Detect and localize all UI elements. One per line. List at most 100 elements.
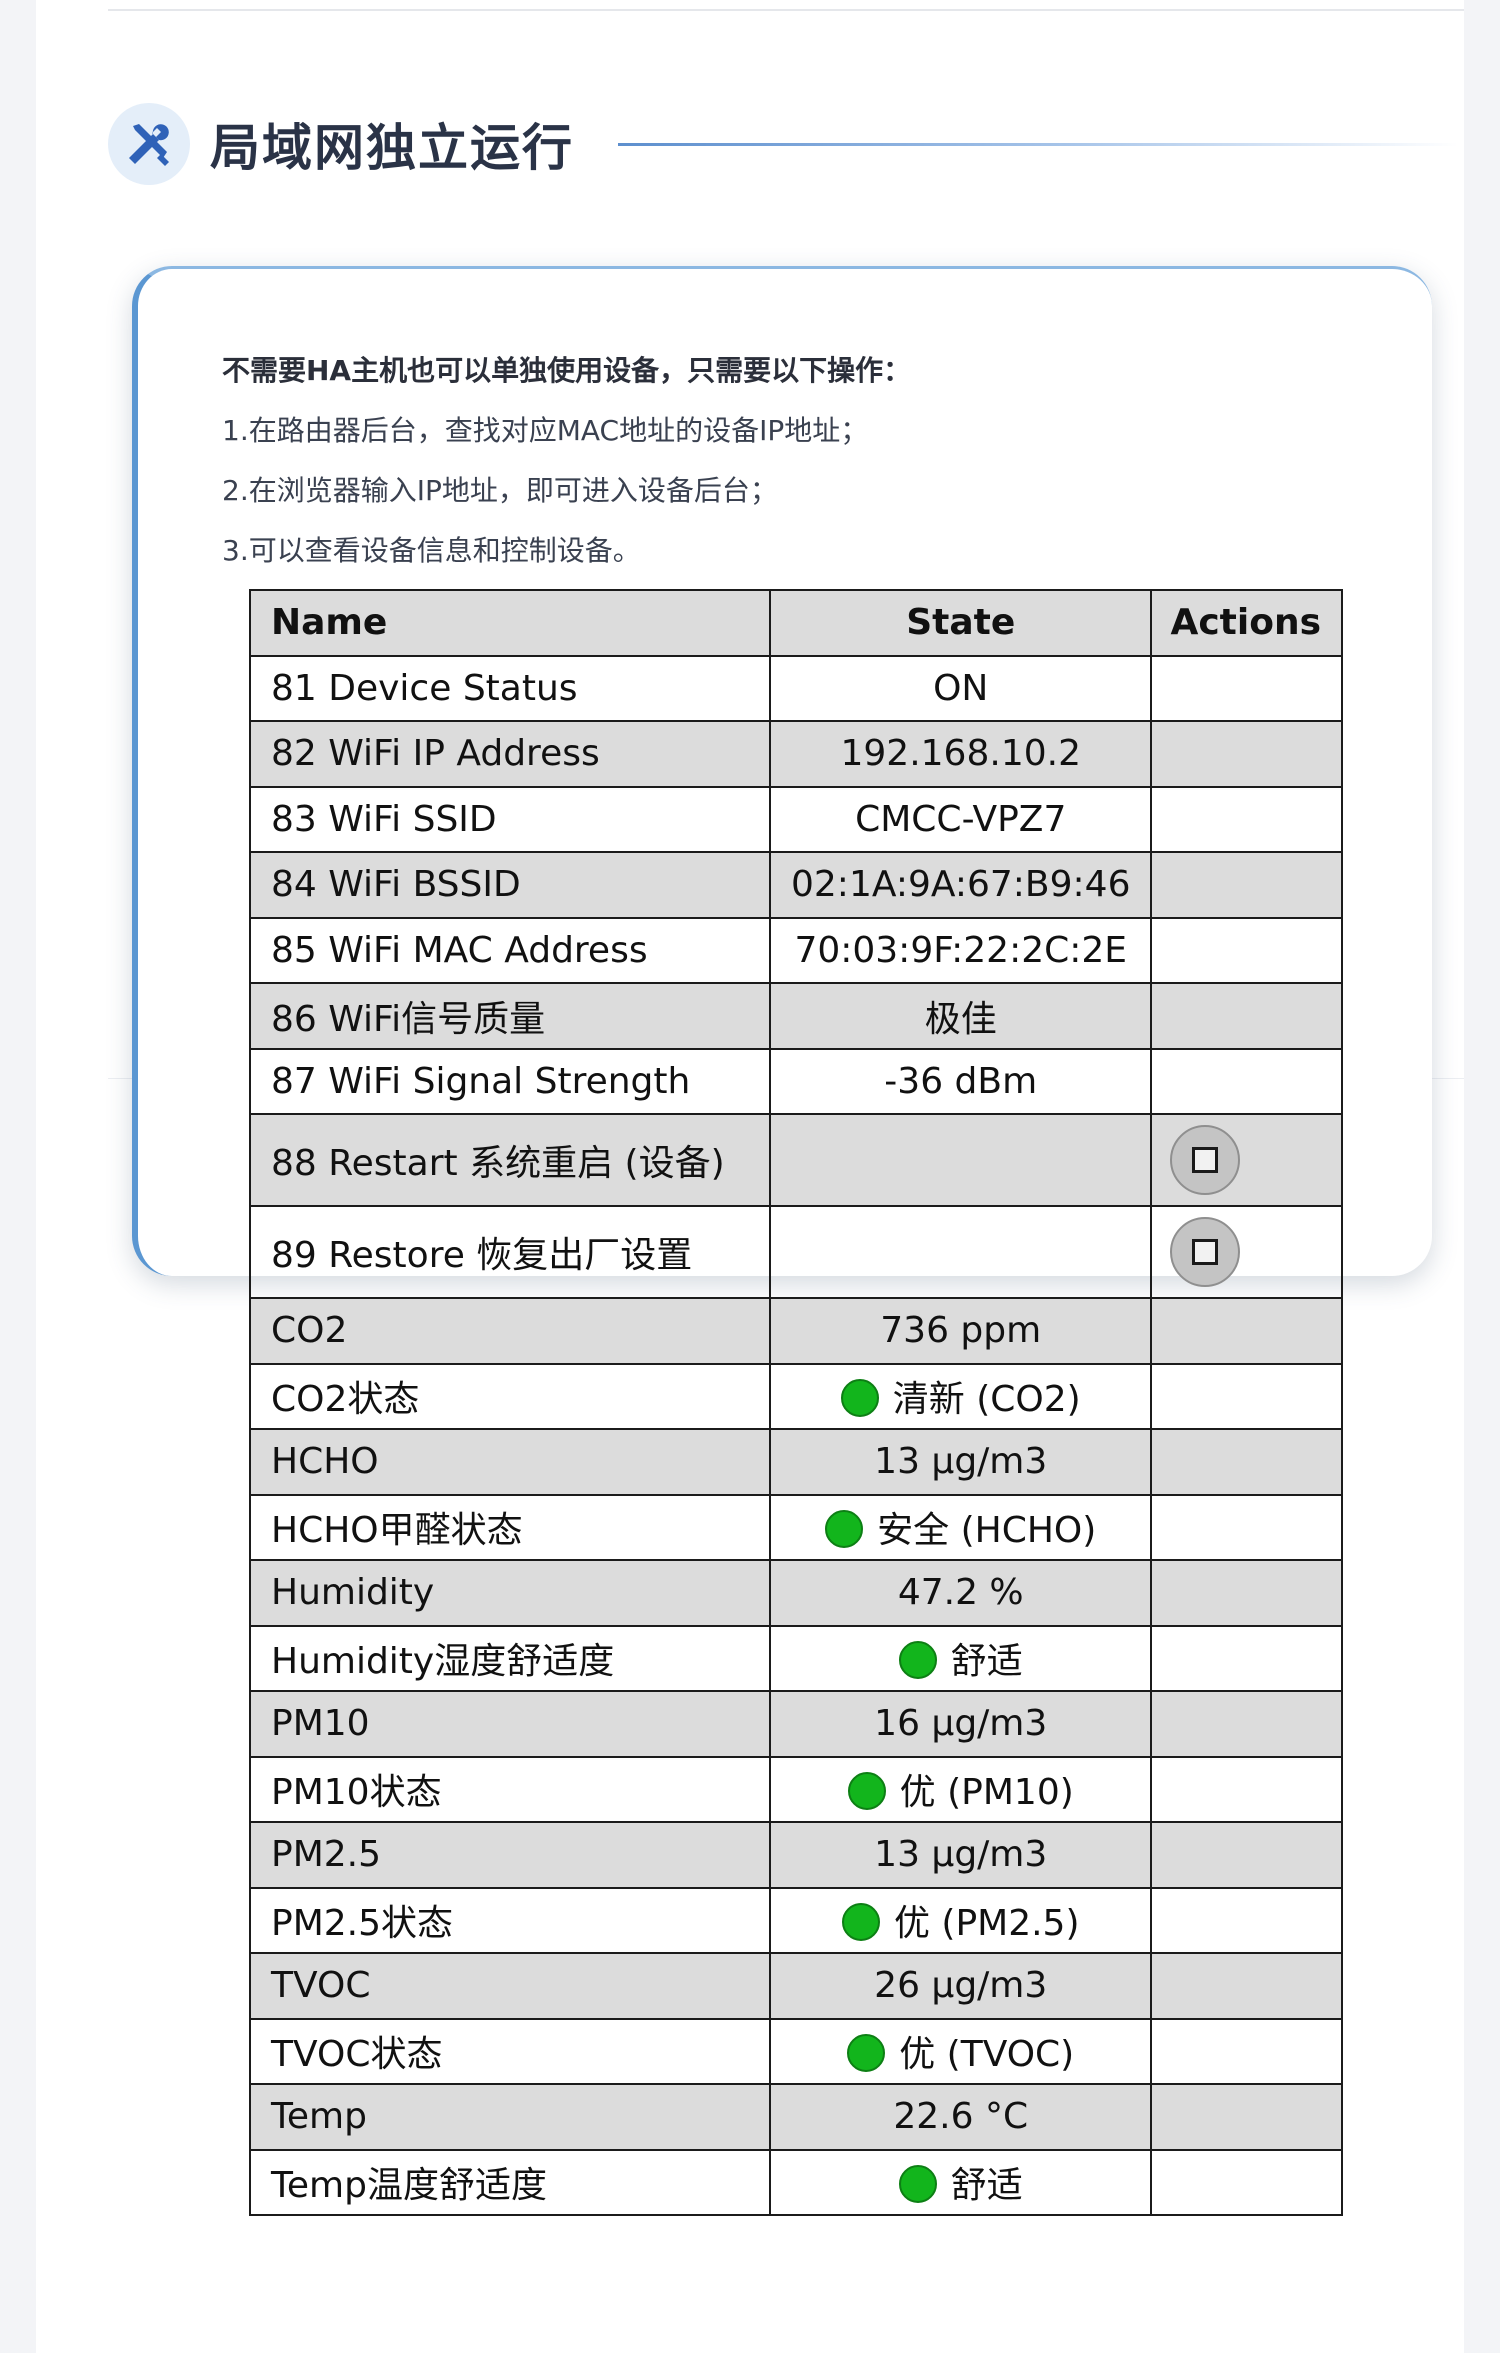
info-card: 不需要HA主机也可以单独使用设备，只需要以下操作： 1.在路由器后台，查找对应M… — [132, 266, 1432, 2216]
row-name: 81 Device Status — [249, 654, 771, 722]
row-name: 89 Restore 恢复出厂设置 — [249, 1205, 771, 1299]
status-dot-icon — [847, 1772, 886, 1811]
row-actions — [1150, 1205, 1344, 1299]
row-state: CMCC-VPZ7 — [768, 785, 1153, 853]
table-row: 88 Restart 系统重启 (设备) — [249, 1113, 1344, 1207]
table-row: 82 WiFi IP Address 192.168.10.2 — [249, 720, 1344, 788]
row-name: Temp温度舒适度 — [249, 2148, 771, 2216]
row-state: 26 µg/m3 — [768, 1952, 1153, 2020]
row-actions — [1150, 1559, 1344, 1627]
row-name: Temp — [249, 2083, 771, 2151]
row-actions — [1150, 2017, 1344, 2085]
row-name: CO2状态 — [249, 1362, 771, 1430]
section-heading: 局域网独立运行 — [108, 102, 574, 186]
state-text: 优 (PM10) — [899, 1772, 1074, 1814]
row-actions — [1150, 785, 1344, 853]
status-dot-icon — [898, 1641, 937, 1680]
table-row: PM2.5状态 优 (PM2.5) — [249, 1886, 1344, 1954]
row-name: 85 WiFi MAC Address — [249, 916, 771, 984]
row-actions — [1150, 1113, 1344, 1207]
table-row: Temp温度舒适度 舒适 — [249, 2148, 1344, 2216]
row-state: 13 µg/m3 — [768, 1821, 1153, 1889]
row-name: CO2 — [249, 1297, 771, 1365]
row-actions — [1150, 654, 1344, 722]
intro-text: 不需要HA主机也可以单独使用设备，只需要以下操作： 1.在路由器后台，查找对应M… — [222, 341, 1322, 581]
row-state: 13 µg/m3 — [768, 1428, 1153, 1496]
row-state — [768, 1113, 1153, 1207]
table-row: Humidity 47.2 % — [249, 1559, 1344, 1627]
table-row: HCHO 13 µg/m3 — [249, 1428, 1344, 1496]
table-row: TVOC 26 µg/m3 — [249, 1952, 1344, 2020]
row-state: 清新 (CO2) — [768, 1362, 1153, 1430]
table-row: 83 WiFi SSID CMCC-VPZ7 — [249, 785, 1344, 853]
tools-icon — [108, 103, 190, 185]
status-dot-icon — [847, 2034, 886, 2073]
section-title: 局域网独立运行 — [210, 119, 574, 177]
status-dot-icon — [825, 1510, 864, 1549]
row-actions — [1150, 916, 1344, 984]
top-divider — [108, 9, 1464, 11]
row-state: -36 dBm — [768, 1047, 1153, 1115]
row-state: 70:03:9F:22:2C:2E — [768, 916, 1153, 984]
table-row: 87 WiFi Signal Strength -36 dBm — [249, 1047, 1344, 1115]
row-actions — [1150, 1362, 1344, 1430]
table-row: Humidity湿度舒适度 舒适 — [249, 1624, 1344, 1692]
status-dot-icon — [898, 2165, 937, 2204]
row-actions — [1150, 982, 1344, 1050]
row-actions — [1150, 2148, 1344, 2216]
status-dot-icon — [840, 1379, 879, 1418]
table-row: HCHO甲醛状态 安全 (HCHO) — [249, 1493, 1344, 1561]
column-header-name: Name — [249, 589, 771, 657]
row-actions — [1150, 1047, 1344, 1115]
row-state: 16 µg/m3 — [768, 1690, 1153, 1758]
intro-step-3: 3.可以查看设备信息和控制设备。 — [222, 534, 641, 567]
device-status-table: Name State Actions 81 Device Status ON 8… — [249, 589, 1344, 2216]
restore-button[interactable] — [1170, 1217, 1241, 1287]
column-header-state: State — [768, 589, 1153, 657]
row-name: TVOC状态 — [249, 2017, 771, 2085]
table-row: PM10状态 优 (PM10) — [249, 1755, 1344, 1823]
row-state: 47.2 % — [768, 1559, 1153, 1627]
row-name: 88 Restart 系统重启 (设备) — [249, 1113, 771, 1207]
row-name: 87 WiFi Signal Strength — [249, 1047, 771, 1115]
table-row: TVOC状态 优 (TVOC) — [249, 2017, 1344, 2085]
intro-step-2: 2.在浏览器输入IP地址，即可进入设备后台； — [222, 474, 778, 507]
page-canvas: 局域网独立运行 不需要HA主机也可以单独使用设备，只需要以下操作： 1.在路由器… — [36, 0, 1464, 2353]
row-actions — [1150, 2083, 1344, 2151]
table-row: Temp 22.6 °C — [249, 2083, 1344, 2151]
row-actions — [1150, 1952, 1344, 2020]
row-state: 02:1A:9A:67:B9:46 — [768, 851, 1153, 919]
heading-decor-line — [618, 143, 1458, 146]
row-actions — [1150, 1821, 1344, 1889]
state-text: 优 (TVOC) — [899, 2034, 1075, 2076]
button-icon — [1192, 1147, 1219, 1173]
row-name: HCHO甲醛状态 — [249, 1493, 771, 1561]
intro-heading: 不需要HA主机也可以单独使用设备，只需要以下操作： — [222, 354, 912, 387]
table-header-row: Name State Actions — [249, 589, 1344, 657]
row-state: ON — [768, 654, 1153, 722]
state-text: 清新 (CO2) — [892, 1379, 1081, 1421]
row-name: 84 WiFi BSSID — [249, 851, 771, 919]
state-text: 舒适 — [950, 2165, 1023, 2207]
restart-button[interactable] — [1170, 1125, 1241, 1195]
row-actions — [1150, 851, 1344, 919]
row-actions — [1150, 1755, 1344, 1823]
row-state: 安全 (HCHO) — [768, 1493, 1153, 1561]
row-name: PM2.5 — [249, 1821, 771, 1889]
table-row: PM2.5 13 µg/m3 — [249, 1821, 1344, 1889]
row-state: 22.6 °C — [768, 2083, 1153, 2151]
row-state: 舒适 — [768, 1624, 1153, 1692]
row-actions — [1150, 1297, 1344, 1365]
state-text: 安全 (HCHO) — [877, 1510, 1097, 1552]
row-name: Humidity — [249, 1559, 771, 1627]
row-actions — [1150, 1428, 1344, 1496]
table-row: PM10 16 µg/m3 — [249, 1690, 1344, 1758]
state-text: 优 (PM2.5) — [893, 1903, 1080, 1945]
row-state: 优 (TVOC) — [768, 2017, 1153, 2085]
state-text: 舒适 — [950, 1641, 1023, 1683]
row-name: PM2.5状态 — [249, 1886, 771, 1954]
row-actions — [1150, 1493, 1344, 1561]
row-actions — [1150, 720, 1344, 788]
table-row: 81 Device Status ON — [249, 654, 1344, 722]
status-dot-icon — [841, 1903, 880, 1942]
